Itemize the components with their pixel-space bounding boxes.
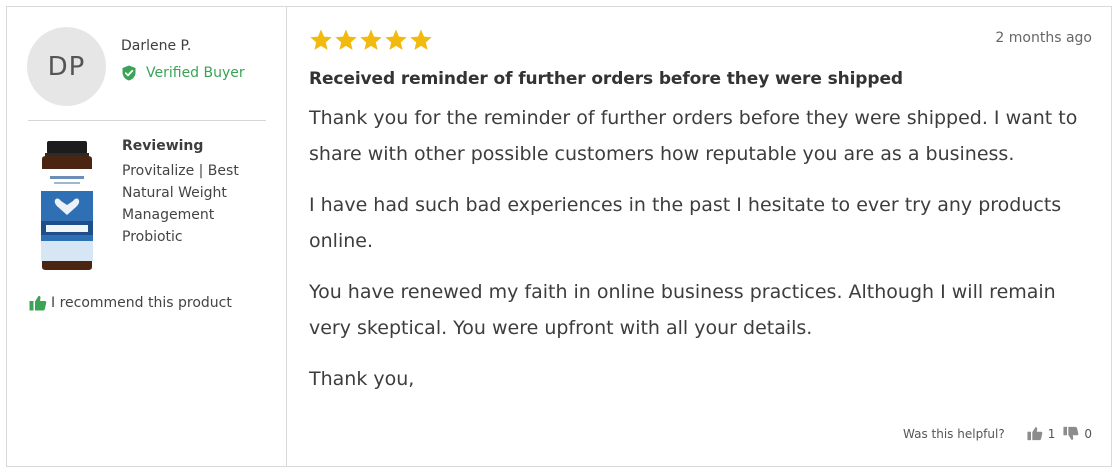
- vote-up-button[interactable]: 1: [1027, 426, 1056, 441]
- divider: [28, 120, 266, 121]
- product-link[interactable]: Provitalize | Best Natural Weight Manage…: [122, 160, 257, 248]
- recommend-indicator: I recommend this product: [29, 295, 232, 311]
- recommend-label: I recommend this product: [51, 295, 232, 311]
- vote-up-count: 1: [1047, 426, 1056, 441]
- helpful-votes: Was this helpful? 1 0: [903, 426, 1092, 441]
- star-icon: [335, 29, 357, 50]
- reviewer-name: Darlene P.: [121, 38, 192, 54]
- vote-down-count: 0: [1084, 426, 1092, 441]
- thumbs-up-icon: [1027, 427, 1043, 441]
- star-rating: [309, 28, 434, 52]
- review-paragraph: I have had such bad experiences in the p…: [309, 194, 1062, 252]
- reviewer-panel: DP Darlene P. Verified Buyer Reviewing P…: [7, 7, 287, 466]
- helpful-label: Was this helpful?: [903, 426, 1005, 441]
- review-paragraph: Thank you for the reminder of further or…: [309, 107, 1078, 165]
- reviewing-label: Reviewing: [122, 138, 204, 154]
- verified-badge: Verified Buyer: [121, 65, 245, 81]
- review-paragraph: You have renewed my faith in online busi…: [309, 281, 1056, 339]
- star-icon: [360, 29, 382, 50]
- thumbs-up-icon: [29, 295, 47, 311]
- review-title: Received reminder of further orders befo…: [309, 69, 903, 89]
- star-icon: [410, 29, 432, 50]
- vote-down-button[interactable]: 0: [1063, 426, 1092, 441]
- review-content: 2 months ago Received reminder of furthe…: [287, 7, 1112, 466]
- star-icon: [310, 29, 332, 50]
- avatar: DP: [27, 27, 106, 106]
- verified-label: Verified Buyer: [146, 65, 245, 81]
- review-card: DP Darlene P. Verified Buyer Reviewing P…: [6, 6, 1112, 467]
- review-paragraph: Thank you,: [309, 368, 415, 390]
- product-bottle-icon[interactable]: [32, 139, 102, 271]
- review-date: 2 months ago: [995, 30, 1092, 46]
- star-icon: [385, 29, 407, 50]
- thumbs-down-icon: [1063, 426, 1079, 440]
- review-body: Thank you for the reminder of further or…: [309, 100, 1099, 412]
- verified-shield-icon: [122, 65, 136, 81]
- avatar-initials: DP: [47, 51, 86, 82]
